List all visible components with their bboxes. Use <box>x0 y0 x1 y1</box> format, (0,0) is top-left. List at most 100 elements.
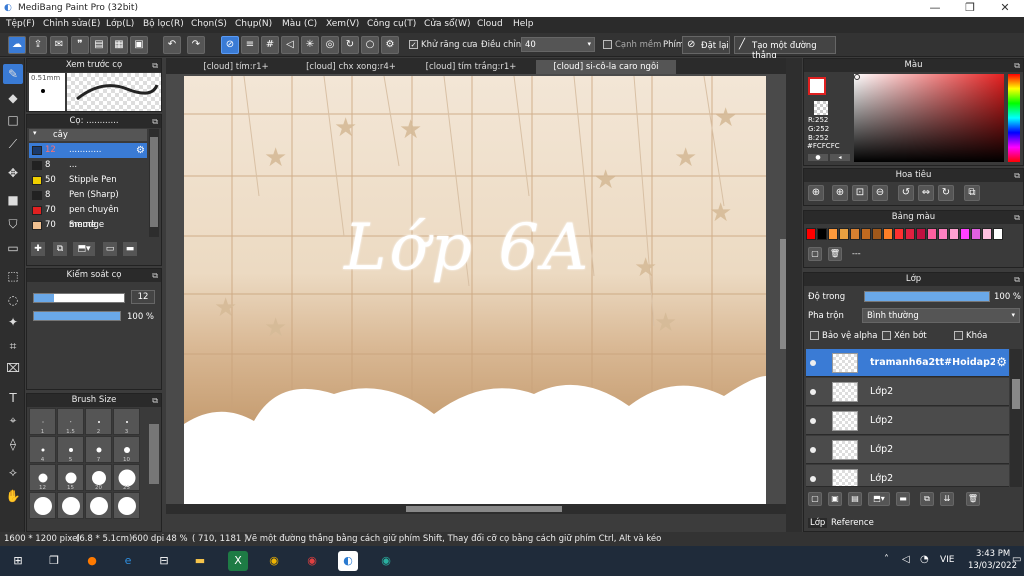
palette-swatch[interactable] <box>916 228 926 240</box>
size-cell[interactable] <box>57 492 84 519</box>
layer-scrollbar[interactable] <box>1010 349 1022 487</box>
palette-swatch[interactable] <box>861 228 871 240</box>
eye-icon[interactable] <box>810 360 816 366</box>
palette-swatch[interactable] <box>982 228 992 240</box>
fit-icon[interactable]: ⊡ <box>852 185 868 201</box>
chrome-icon[interactable]: ◉ <box>264 551 284 571</box>
save-brush-icon[interactable]: ▭ <box>103 242 117 256</box>
task-view-icon[interactable]: ❐ <box>44 551 64 571</box>
menu-filter[interactable]: Bộ lọc(R) <box>143 19 184 29</box>
eyedropper-icon[interactable]: ⟠ <box>3 434 23 454</box>
layer-row[interactable]: Lớp2 <box>806 436 1009 464</box>
chat-icon[interactable]: ✉ <box>50 36 68 54</box>
brush-tool-icon[interactable]: ✎ <box>3 64 23 84</box>
network-icon[interactable]: ◔ <box>920 554 929 565</box>
size-cell[interactable]: 3 <box>113 408 140 435</box>
sharp-checkbox[interactable] <box>603 40 612 49</box>
copy-brush-icon[interactable]: ⧉ <box>53 242 67 256</box>
popout-icon[interactable]: ⧉ <box>1014 211 1020 224</box>
rect-fill-icon[interactable]: ■ <box>3 190 23 210</box>
flip-icon[interactable]: ⇔ <box>918 185 934 201</box>
menu-help[interactable]: Help <box>513 19 534 29</box>
popout-icon[interactable]: ⧉ <box>152 115 158 128</box>
palette-swatch[interactable] <box>927 228 937 240</box>
antialias-checkbox[interactable]: ✓ <box>409 40 418 49</box>
layer-row[interactable]: Lớp2 <box>806 407 1009 435</box>
size-cell[interactable]: 5 <box>57 436 84 463</box>
zoom-out-icon[interactable]: ⊖ <box>872 185 888 201</box>
brush-item[interactable]: 70 pen chuyên meme <box>29 203 147 230</box>
palette-swatch[interactable] <box>949 228 959 240</box>
hue-slider[interactable] <box>1008 74 1020 162</box>
menu-view[interactable]: Xem(V) <box>326 19 359 29</box>
close-icon[interactable]: ✕ <box>990 1 1020 14</box>
brush-group[interactable]: ▾ cây <box>29 129 147 141</box>
folder-icon[interactable]: ▬ <box>123 242 137 256</box>
divide-tool-icon[interactable]: ⌖ <box>3 410 23 430</box>
rotate-right-icon[interactable]: ↻ <box>938 185 954 201</box>
eye-icon[interactable] <box>810 389 816 395</box>
zoom-in-icon[interactable]: ⊕ <box>808 185 824 201</box>
notification-icon[interactable]: ▭ <box>1012 554 1021 565</box>
canvas-hscroll[interactable] <box>166 504 786 514</box>
firefox-icon[interactable]: ● <box>82 551 102 571</box>
size-cell[interactable]: 2 <box>85 408 112 435</box>
import-brush-icon[interactable]: ⬒▾ <box>73 242 95 256</box>
palette-swatch[interactable] <box>905 228 915 240</box>
add-layer-icon[interactable]: ▢ <box>808 492 822 506</box>
size-cell[interactable]: 4 <box>29 436 56 463</box>
tab-socola[interactable]: [cloud] si-cô-la caro ngôi sao~_~:r1+ <box>536 60 676 86</box>
palette-swatch[interactable] <box>817 228 827 240</box>
hand-tool-icon[interactable]: ✋ <box>3 486 23 506</box>
palette-delete-icon[interactable]: 🗑 <box>828 247 842 261</box>
layer-row[interactable]: tramanh6a2tt#Hoidap247 ⚙ <box>806 349 1009 377</box>
palette-swatch[interactable] <box>971 228 981 240</box>
size-cell[interactable]: 20 <box>85 464 112 491</box>
palette-swatch[interactable] <box>960 228 970 240</box>
canvas-area[interactable]: ★★★★★★★★★★★★★ Lớp 6A <box>166 74 786 514</box>
brush-item[interactable]: 12 ............ ⚙ <box>29 143 147 158</box>
size-cell[interactable] <box>29 492 56 519</box>
saturation-picker[interactable] <box>854 74 1004 162</box>
file-explorer-icon[interactable]: ▬ <box>190 551 210 571</box>
size-cell[interactable]: 1 <box>29 408 56 435</box>
eye-icon[interactable] <box>810 476 816 482</box>
palette-swatch[interactable] <box>894 228 904 240</box>
brush-list-scrollbar[interactable] <box>149 129 159 237</box>
adjust-select[interactable]: 40 ▾ <box>521 37 595 52</box>
text-tool-icon[interactable]: T <box>3 388 23 408</box>
brush-item[interactable]: 50 Stipple Pen <box>29 173 147 188</box>
size-cell[interactable]: 15 <box>57 464 84 491</box>
snap-radial-icon[interactable]: ✳ <box>301 36 319 54</box>
snap-circle-icon[interactable]: ◎ <box>321 36 339 54</box>
drawing-canvas[interactable]: ★★★★★★★★★★★★★ Lớp 6A <box>184 76 766 514</box>
delete-layer-icon[interactable]: 🗑 <box>966 492 980 506</box>
size-cell[interactable]: 1.5 <box>57 408 84 435</box>
cloud-icon[interactable]: ☁ <box>8 36 26 54</box>
eraser-tool-icon[interactable]: ◆ <box>3 88 23 108</box>
minimize-icon[interactable]: — <box>920 1 950 14</box>
snap-off-icon[interactable]: ⊘ <box>221 36 239 54</box>
grid-icon[interactable]: ▣ <box>130 36 148 54</box>
magic-wand-icon[interactable]: ✦ <box>3 312 23 332</box>
transparent-swatch[interactable] <box>814 101 828 115</box>
upload-icon[interactable]: ⇪ <box>29 36 47 54</box>
dot-tool-icon[interactable]: □ <box>3 110 23 130</box>
redo-icon[interactable]: ↷ <box>187 36 205 54</box>
palette-page-icon[interactable]: ▢ <box>808 247 822 261</box>
brush-size-value[interactable]: 12 <box>131 290 155 304</box>
move-tool-icon[interactable]: ✥ <box>3 163 23 183</box>
brush-item[interactable]: 8 Pen (Sharp) <box>29 188 147 203</box>
excel-icon[interactable]: X <box>228 551 248 571</box>
layer-opacity-slider[interactable] <box>864 291 990 302</box>
rotate-left-icon[interactable]: ↺ <box>898 185 914 201</box>
add-brush-icon[interactable]: ✚ <box>31 242 45 256</box>
tab-tim[interactable]: [cloud] tím:r1+ <box>186 60 286 74</box>
snap-vanish-icon[interactable]: ◁ <box>281 36 299 54</box>
copy-layer-icon[interactable]: ⧉ <box>920 492 934 506</box>
medibang-icon[interactable]: ◐ <box>338 551 358 571</box>
primary-color-swatch[interactable] <box>808 77 826 95</box>
size-cell[interactable]: 10 <box>113 436 140 463</box>
clip-checkbox[interactable] <box>882 331 891 340</box>
window-icon[interactable]: ⧉ <box>964 185 980 201</box>
